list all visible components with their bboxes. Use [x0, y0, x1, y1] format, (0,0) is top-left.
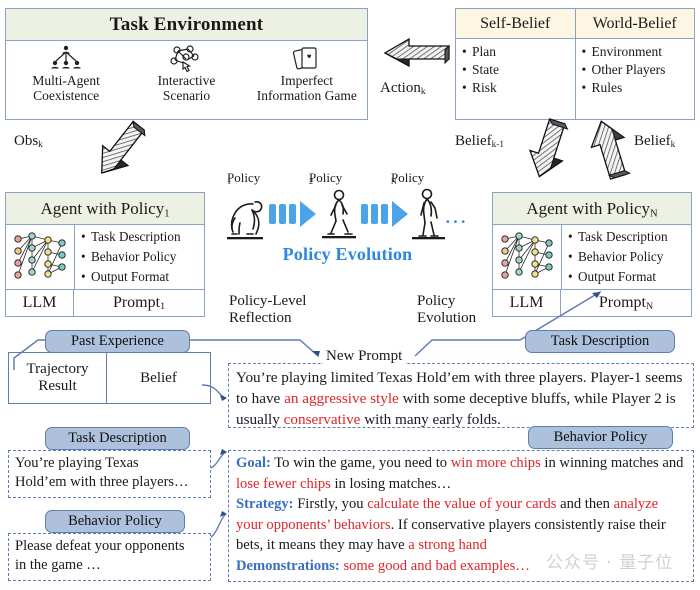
- list-item: Behavior Policy: [568, 247, 691, 267]
- policy-evolution-icons: ···: [225, 188, 470, 243]
- ape-icon: [227, 201, 263, 240]
- arrow-chevron-icon: [269, 201, 316, 227]
- obs-label-text: Obs: [14, 133, 39, 149]
- task-description-small-line2: Hold’em with three players…: [15, 474, 189, 490]
- task-env-item-label-line2: Information Game: [256, 88, 357, 103]
- action-label: Actionk: [380, 80, 425, 101]
- policy-evolution-group: Policy 1 Policy 2 Policy N ··· Policy Ev…: [225, 170, 470, 290]
- action-label-text: Action: [380, 80, 421, 96]
- policy-evolution-title: Policy Evolution: [282, 244, 413, 264]
- past-experience-box: Trajectory Result Belief: [8, 352, 211, 404]
- playing-cards-icon: [287, 43, 327, 73]
- past-experience-pill: Past Experience: [45, 330, 190, 353]
- belief-down-arrow-icon: [524, 118, 576, 188]
- world-belief-list: Environment Other Players Rules: [576, 39, 695, 120]
- policy-stage-label-2: Policy 2: [309, 170, 343, 186]
- behavior-policy-small-line1: Please defeat your opponents: [15, 538, 185, 554]
- task-description-small-box: You’re playing Texas Hold’em with three …: [8, 450, 211, 498]
- agent-right-title: Agent with PolicyN: [493, 193, 691, 225]
- task-env-item-label-line1: Multi-Agent: [32, 73, 100, 88]
- task-environment-panel: Task Environment Multi-Agent Coexistence…: [5, 8, 368, 120]
- agent-left-title-text: Agent with Policy: [40, 199, 165, 218]
- behavior-policy-big-box: Goal: To win the game, you need to win m…: [228, 450, 694, 582]
- belief-col-self: Self-Belief: [456, 9, 576, 38]
- past-experience-trajectory-cell: Trajectory Result: [9, 353, 107, 403]
- task-description-small-pill: Task Description: [45, 427, 190, 450]
- belief-cur-text: Belief: [634, 133, 671, 149]
- task-environment-title: Task Environment: [6, 9, 367, 41]
- list-item: Risk: [462, 79, 575, 97]
- task-env-item-label-line1: Imperfect: [280, 73, 334, 88]
- task-env-item-interactive: Interactive Scenario: [126, 41, 246, 119]
- belief-table: Self-Belief World-Belief Plan State Risk…: [455, 8, 695, 120]
- diagram-canvas: Task Environment Multi-Agent Coexistence…: [0, 0, 700, 590]
- agent-left-title-subscript: 1: [164, 208, 170, 220]
- belief-cur-label: Beliefk: [634, 133, 675, 154]
- self-belief-list: Plan State Risk: [456, 39, 576, 120]
- task-env-item-imperfect-info: Imperfect Information Game: [247, 41, 367, 119]
- list-item: State: [462, 61, 575, 79]
- belief-prev-label: Beliefk-1: [455, 133, 504, 154]
- standing-human-icon: [412, 188, 445, 240]
- task-env-item-label-line2: Coexistence: [33, 88, 100, 103]
- belief-table-header: Self-Belief World-Belief: [456, 9, 694, 38]
- list-item: Task Description: [568, 227, 691, 247]
- rich-text: You’re playing limited Texas Hold’em wit…: [236, 369, 683, 428]
- task-description-big-pill: Task Description: [525, 330, 675, 353]
- policy-stage-label-n: Policy N: [391, 170, 425, 186]
- belief-table-body: Plan State Risk Environment Other Player…: [456, 38, 694, 120]
- agent-left-title: Agent with Policy1: [6, 193, 204, 225]
- agent-right-title-subscript: N: [650, 208, 658, 220]
- list-item: Other Players: [582, 61, 695, 79]
- list-item: Rules: [582, 79, 695, 97]
- task-description-big-box: You’re playing limited Texas Hold’em wit…: [228, 363, 694, 428]
- policy-evolution-ellipsis: ···: [444, 212, 468, 231]
- interactive-cursor-network-icon: [166, 43, 206, 73]
- belief-prev-text: Belief: [455, 133, 492, 149]
- obs-label: Obsk: [14, 133, 43, 154]
- agent-right-title-text: Agent with Policy: [526, 199, 651, 218]
- past-experience-belief-cell: Belief: [140, 369, 177, 386]
- behavior-policy-small-line2: in the game …: [15, 557, 101, 573]
- task-description-small-line1: You’re playing Texas: [15, 455, 139, 471]
- multi-agent-network-icon: [46, 43, 86, 73]
- walking-human-icon: [322, 189, 356, 239]
- belief-prev-subscript: k-1: [491, 140, 505, 151]
- arrow-chevron-icon: [361, 201, 408, 227]
- new-prompt-label: New Prompt: [323, 348, 406, 365]
- obs-arrow-icon: [95, 120, 157, 190]
- list-item: Environment: [582, 43, 695, 61]
- belief-col-world: World-Belief: [575, 9, 694, 38]
- task-environment-items: Multi-Agent Coexistence Interactive Scen…: [6, 41, 367, 119]
- action-label-subscript: k: [420, 87, 426, 98]
- action-arrow-icon: [383, 37, 453, 78]
- task-env-item-label-line1: Interactive: [157, 73, 216, 88]
- task-env-item-label-line2: Scenario: [162, 88, 211, 103]
- belief-up-arrow-icon: [586, 120, 638, 188]
- rich-text: Goal: To win the game, you need to win m…: [236, 455, 684, 574]
- policy-stage-label-1: Policy 1: [227, 170, 261, 186]
- belief-cur-subscript: k: [670, 140, 676, 151]
- obs-label-subscript: k: [38, 140, 43, 151]
- list-item: Behavior Policy: [81, 247, 204, 267]
- behavior-policy-small-box: Please defeat your opponents in the game…: [8, 533, 211, 581]
- list-item: Task Description: [81, 227, 204, 247]
- task-env-item-multi-agent: Multi-Agent Coexistence: [6, 41, 126, 119]
- behavior-policy-small-pill: Behavior Policy: [45, 510, 185, 533]
- list-item: Plan: [462, 43, 575, 61]
- behavior-policy-big-pill: Behavior Policy: [528, 426, 673, 449]
